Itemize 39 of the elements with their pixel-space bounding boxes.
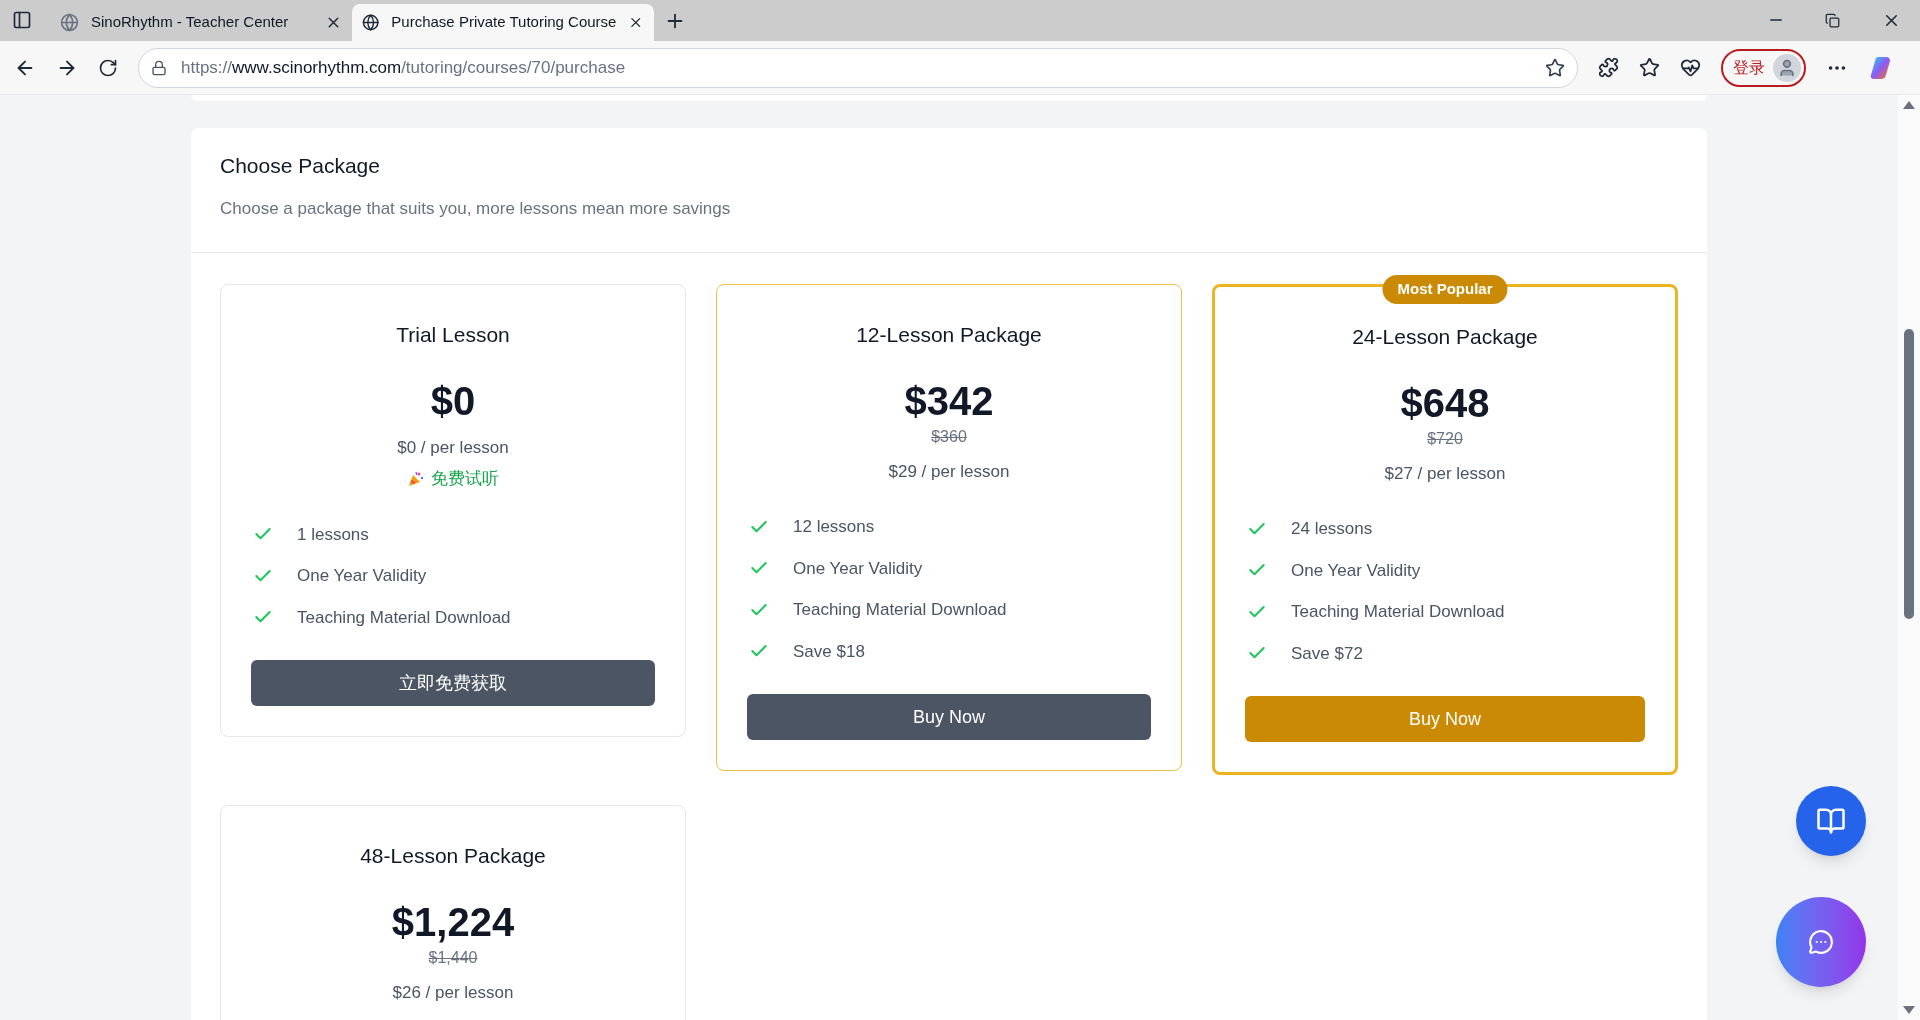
panel-subtitle: Choose a package that suits you, more lessons mean more savings xyxy=(220,197,732,220)
tab-title: SinoRhythm - Teacher Center xyxy=(91,12,290,33)
feature-text: Save $18 xyxy=(793,640,865,663)
per-lesson-price: $26 / per lesson xyxy=(392,981,514,1004)
buy-button[interactable]: Buy Now xyxy=(747,694,1151,740)
feature-text: 12 lessons xyxy=(793,516,875,538)
feature-text: 1 lessons xyxy=(297,523,369,546)
per-lesson-price: $29 / per lesson xyxy=(888,460,1010,483)
feature-text: Teaching Material Download xyxy=(1291,601,1505,623)
feature-text: Teaching Material Download xyxy=(297,606,511,629)
free-trial-label: 免费试听 xyxy=(431,468,499,490)
feature-text: One Year Validity xyxy=(793,557,923,580)
feature-text: Save $72 xyxy=(1291,642,1363,665)
feature-text: One Year Validity xyxy=(1291,559,1421,582)
package-price: $0 xyxy=(430,377,476,425)
package-price: $1,224 xyxy=(391,898,515,946)
browser-tab[interactable]: Purchase Private Tutoring Course xyxy=(352,4,654,41)
original-price: $1,440 xyxy=(428,947,478,968)
per-lesson-price: $27 / per lesson xyxy=(1384,462,1506,485)
feature-text: Teaching Material Download xyxy=(793,599,1007,621)
package-price: $648 xyxy=(1400,379,1490,427)
feature-text: 24 lessons xyxy=(1291,518,1373,540)
address-bar[interactable]: https://www.scinorhythm.com/tutoring/courses/70/purchase xyxy=(138,47,1578,88)
feature-text: One Year Validity xyxy=(297,565,427,587)
per-lesson-price: $0 / per lesson xyxy=(397,436,509,459)
original-price: $360 xyxy=(931,426,967,447)
package-title: 12-Lesson Package xyxy=(856,322,1042,348)
package-title: 24-Lesson Package xyxy=(1352,324,1538,350)
login-button[interactable]: 登录 xyxy=(1721,48,1806,87)
panel-heading: Choose Package xyxy=(220,153,381,179)
package-price: $342 xyxy=(904,377,994,425)
url-text: https://www.scinorhythm.com/tutoring/courses/70/purchase xyxy=(181,56,627,79)
package-title: 48-Lesson Package xyxy=(360,843,546,869)
original-price: $720 xyxy=(1427,428,1463,449)
most-popular-badge: Most Popular xyxy=(1382,275,1508,304)
tab-title: Purchase Private Tutoring Course xyxy=(391,12,617,33)
browser-tab[interactable]: SinoRhythm - Teacher Center xyxy=(50,4,352,41)
package-title: Trial Lesson xyxy=(396,322,510,348)
buy-button[interactable]: 立即免费获取 xyxy=(251,660,655,706)
